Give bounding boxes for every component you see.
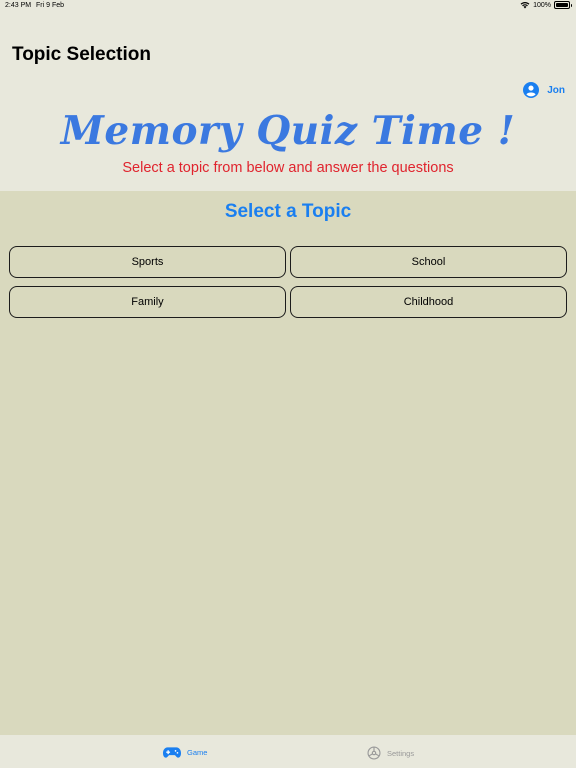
user-name: Jon bbox=[547, 84, 565, 96]
status-date: Fri 9 Feb bbox=[36, 2, 65, 9]
topic-button-childhood[interactable]: Childhood bbox=[290, 286, 567, 318]
user-profile-button[interactable]: Jon bbox=[523, 82, 565, 98]
status-bar: 2:43 PM Fri 9 Feb 100% bbox=[0, 0, 576, 14]
topic-button-sports[interactable]: Sports bbox=[9, 246, 286, 278]
wifi-icon bbox=[520, 2, 530, 9]
tab-bar: Game Settings bbox=[0, 735, 576, 768]
topic-button-family[interactable]: Family bbox=[9, 286, 286, 318]
battery-icon bbox=[554, 1, 572, 9]
battery-percent: 100% bbox=[533, 1, 551, 9]
status-time: 2:43 PM bbox=[5, 2, 32, 9]
tab-settings[interactable]: Settings bbox=[367, 746, 414, 760]
person-circle-icon bbox=[523, 82, 540, 98]
section-title: Select a Topic bbox=[224, 201, 352, 222]
tab-game-label: Game bbox=[187, 748, 208, 757]
status-right: 100% bbox=[520, 1, 572, 9]
settings-icon bbox=[367, 746, 381, 760]
app-window: 2:43 PM Fri 9 Feb 100% Topic Selection J… bbox=[0, 0, 576, 768]
nav-title: Topic Selection bbox=[12, 44, 152, 65]
subtitle: Select a topic from below and answer the… bbox=[122, 160, 454, 176]
tab-game[interactable]: Game bbox=[163, 746, 207, 759]
topic-area: Select a Topic Sports School Family Chil… bbox=[0, 191, 576, 735]
tab-settings-label: Settings bbox=[387, 748, 415, 758]
app-title: Memory Quiz Time ! bbox=[60, 108, 516, 154]
gamepad-icon bbox=[163, 747, 181, 758]
topic-button-school[interactable]: School bbox=[290, 246, 567, 278]
